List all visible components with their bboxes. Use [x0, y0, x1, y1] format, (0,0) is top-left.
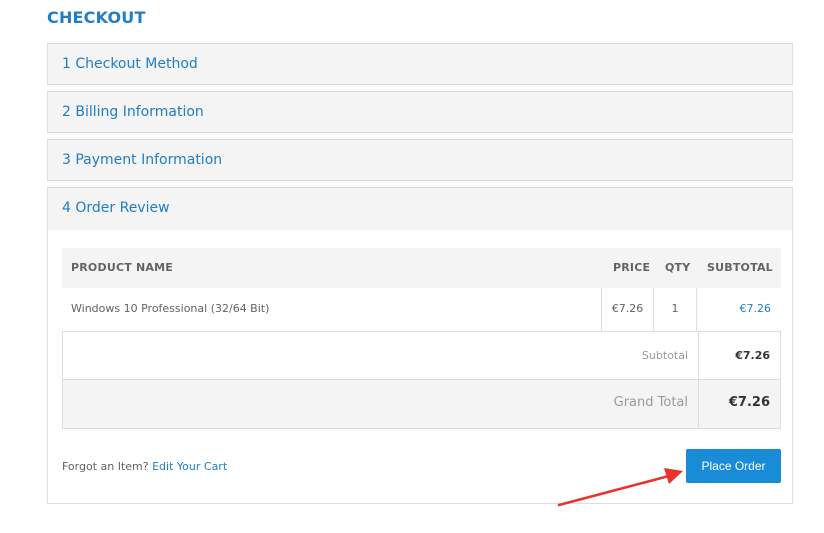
product-price: €7.26	[611, 302, 644, 315]
column-subtotal: SUBTOTAL	[707, 261, 773, 274]
step-billing-information[interactable]: 2 Billing Information	[47, 91, 793, 133]
place-order-button[interactable]: Place Order	[686, 449, 781, 483]
step-label[interactable]: 4 Order Review	[62, 200, 170, 216]
order-review-panel: 4 Order Review PRODUCT NAME PRICE QTY SU…	[47, 187, 793, 504]
grand-total-label: Grand Total	[613, 395, 688, 410]
price-cell: €7.26	[601, 288, 654, 331]
column-price: PRICE	[613, 261, 651, 274]
forgot-text: Forgot an Item?	[62, 460, 149, 473]
step-label[interactable]: 1 Checkout Method	[62, 56, 198, 72]
product-qty: 1	[671, 302, 679, 315]
page-title: CHECKOUT	[47, 8, 146, 27]
forgot-item-line: Forgot an Item? Edit Your Cart	[62, 460, 227, 473]
column-qty: QTY	[665, 261, 691, 274]
subtotal-value: €7.26	[735, 349, 770, 362]
table-header: PRODUCT NAME PRICE QTY SUBTOTAL	[62, 248, 781, 288]
grand-total-row: Grand Total €7.26	[63, 380, 780, 428]
product-name: Windows 10 Professional (32/64 Bit)	[71, 302, 270, 315]
totals-box: Subtotal €7.26 Grand Total €7.26	[62, 332, 781, 429]
column-product-name: PRODUCT NAME	[71, 261, 173, 274]
qty-cell: 1	[654, 288, 697, 331]
step-label[interactable]: 3 Payment Information	[62, 152, 222, 168]
step-checkout-method[interactable]: 1 Checkout Method	[47, 43, 793, 85]
product-subtotal: €7.26	[739, 302, 772, 315]
step-order-review[interactable]: 4 Order Review	[48, 188, 792, 230]
table-row: Windows 10 Professional (32/64 Bit) €7.2…	[62, 288, 781, 332]
step-payment-information[interactable]: 3 Payment Information	[47, 139, 793, 181]
step-label[interactable]: 2 Billing Information	[62, 104, 204, 120]
totals-divider	[698, 332, 699, 428]
subtotal-label: Subtotal	[641, 349, 688, 362]
subtotal-row: Subtotal €7.26	[63, 332, 780, 380]
edit-cart-link[interactable]: Edit Your Cart	[152, 460, 227, 473]
grand-total-value: €7.26	[728, 395, 770, 410]
